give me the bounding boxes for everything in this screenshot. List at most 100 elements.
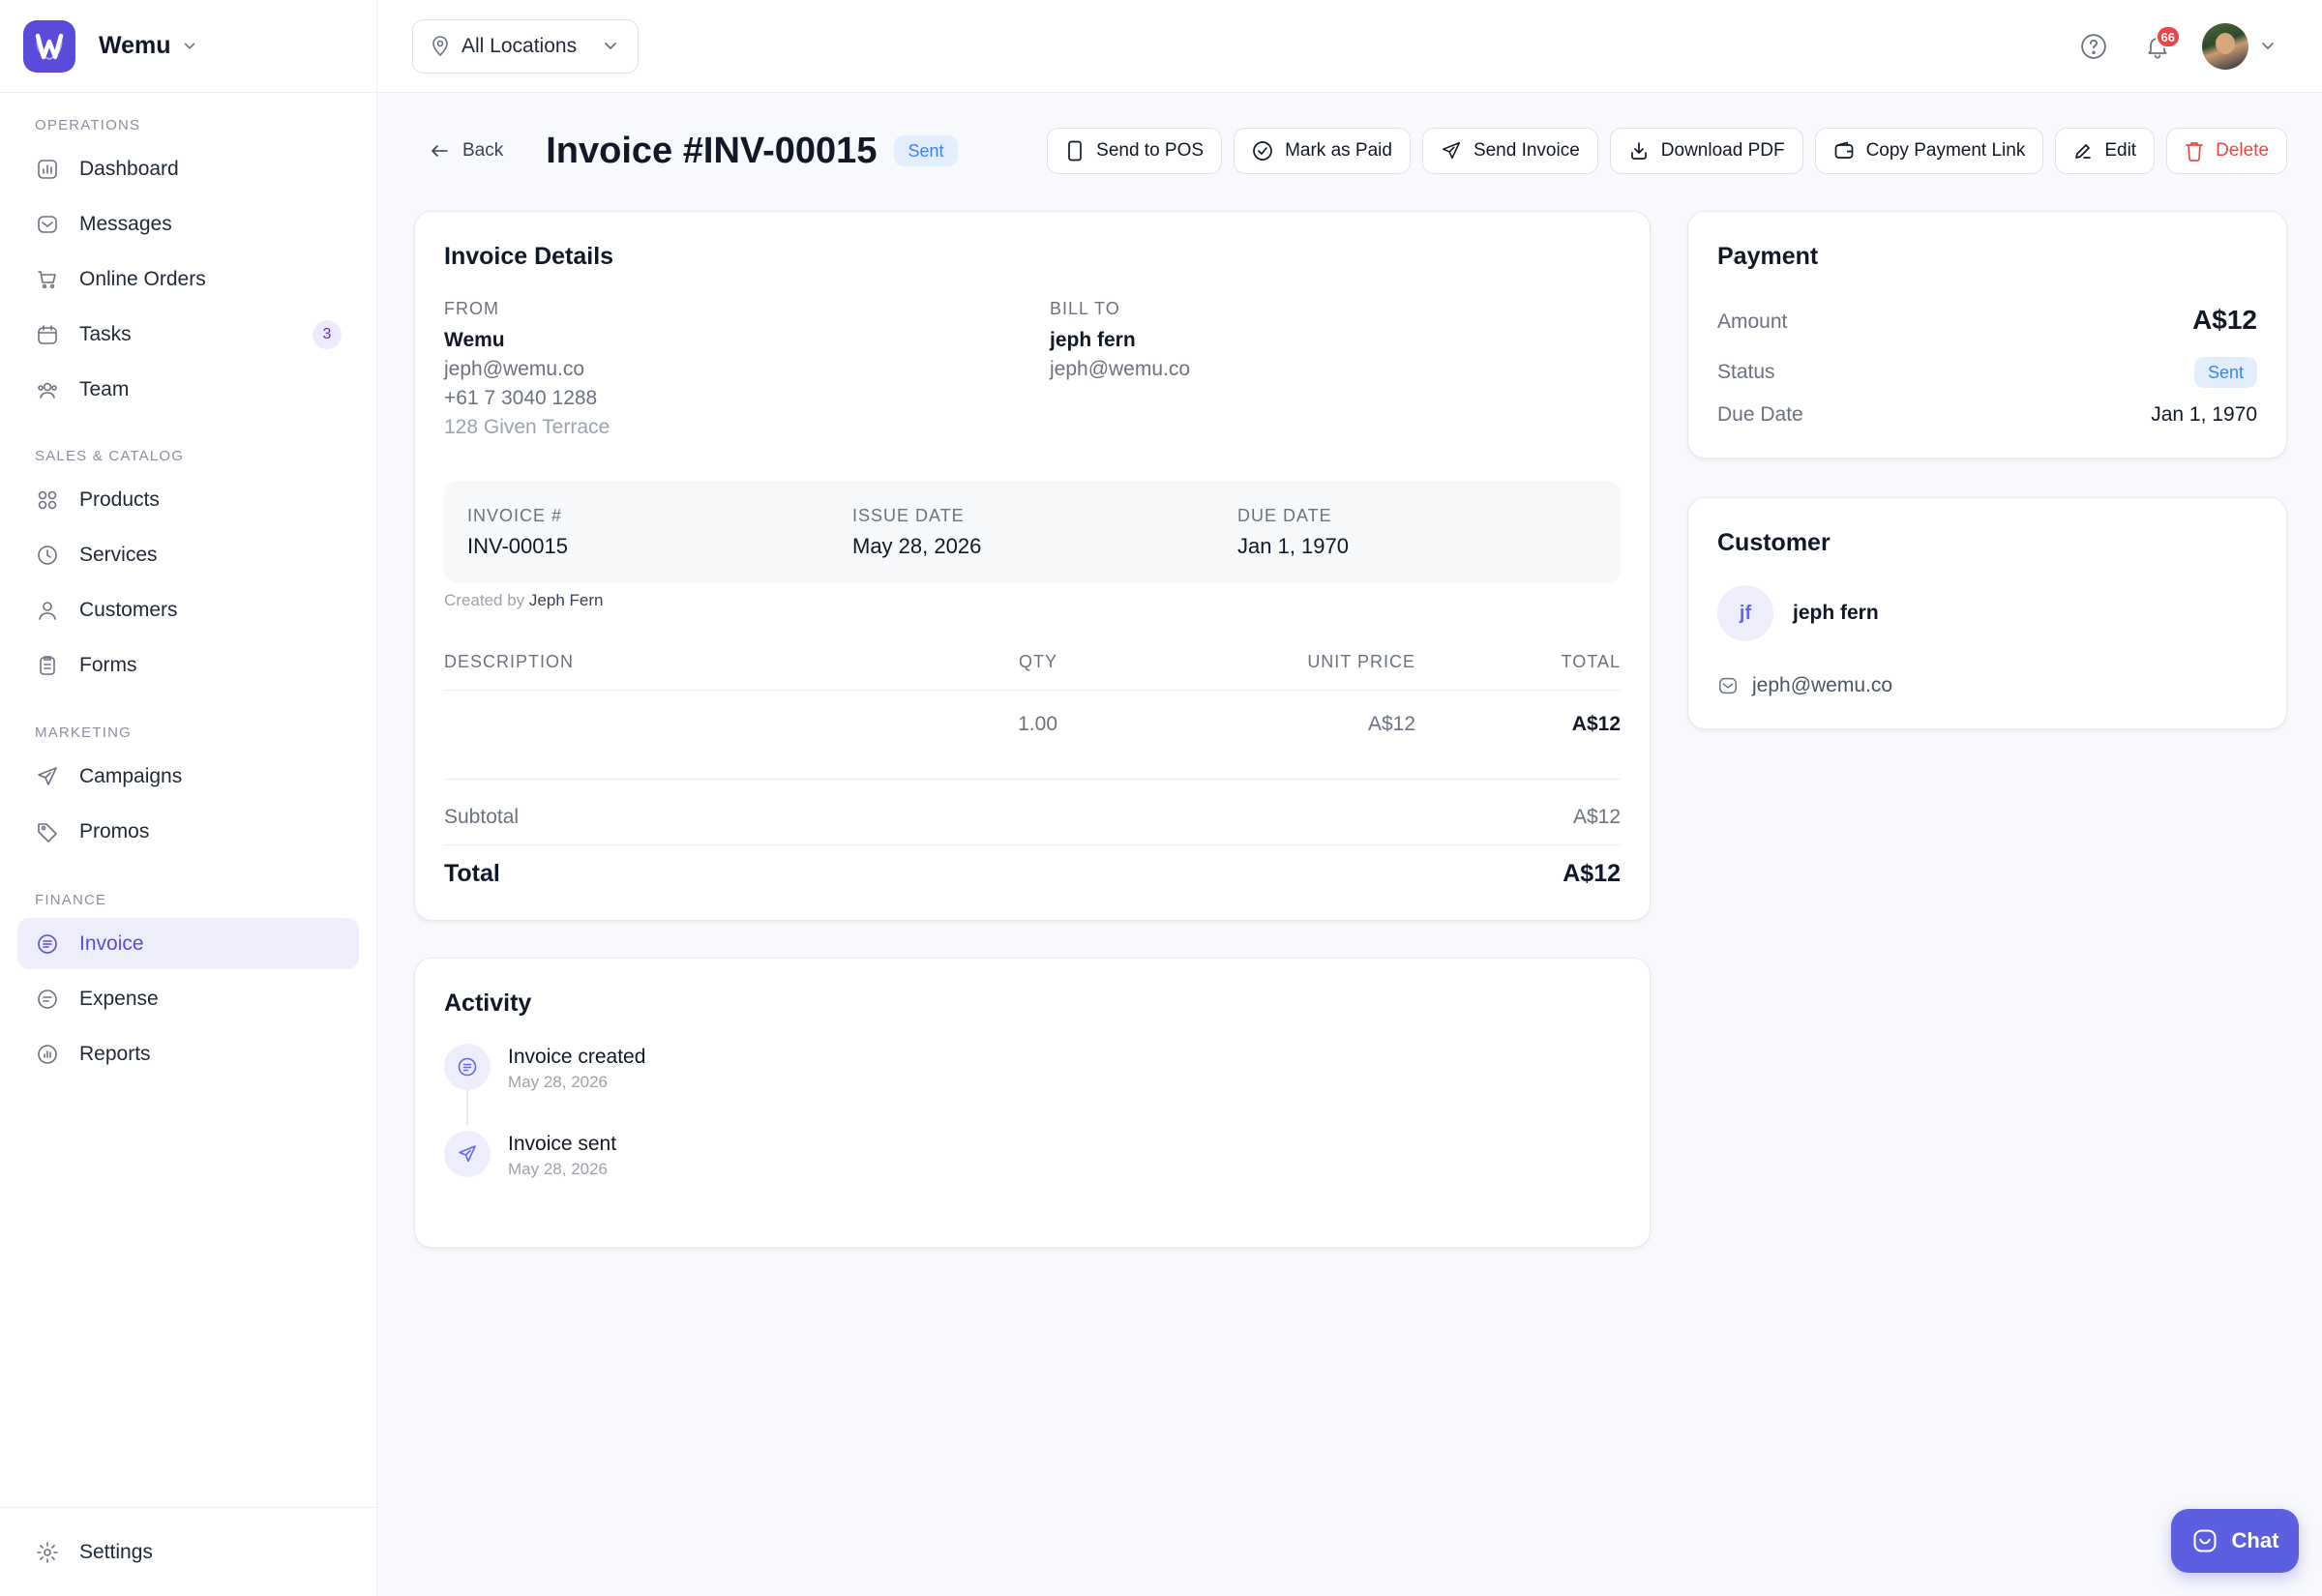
sidebar-item-invoice[interactable]: Invoice <box>17 918 359 969</box>
divider <box>444 779 1621 780</box>
customer-row[interactable]: jf jeph fern <box>1717 585 1879 641</box>
activity-card: Activity Invoice created May 28, 2026 In… <box>414 958 1651 1248</box>
status-badge: Sent <box>894 135 958 166</box>
user-icon <box>35 598 60 623</box>
invoice-number-value: INV-00015 <box>467 534 568 558</box>
payment-title: Payment <box>1717 243 1819 270</box>
edit-button[interactable]: Edit <box>2055 128 2156 174</box>
sidebar-item-tasks[interactable]: Tasks 3 <box>17 309 359 360</box>
wallet-icon <box>1833 140 1855 162</box>
invoice-meta: INVOICE # INV-00015 ISSUE DATE May 28, 2… <box>444 481 1621 583</box>
sidebar-item-messages[interactable]: Messages <box>17 198 359 250</box>
help-button[interactable] <box>2069 21 2119 72</box>
sidebar-item-products[interactable]: Products <box>17 474 359 525</box>
brand-name: Wemu <box>99 32 171 59</box>
table-row: 1.00 A$12 A$12 <box>444 713 1621 742</box>
chevron-down-icon <box>181 38 198 55</box>
sidebar-item-label: Dashboard <box>79 157 179 180</box>
sidebar-item-expense[interactable]: Expense <box>17 973 359 1024</box>
mark-as-paid-label: Mark as Paid <box>1285 140 1392 161</box>
location-pin-icon <box>431 36 450 57</box>
status-row: Status Sent <box>1717 355 2257 390</box>
send-invoice-label: Send Invoice <box>1473 140 1580 161</box>
sidebar-item-label: Expense <box>79 987 159 1010</box>
from-email: jeph@wemu.co <box>444 358 585 380</box>
sidebar-item-reports[interactable]: Reports <box>17 1028 359 1079</box>
notification-count-badge: 66 <box>2155 25 2181 48</box>
created-by-name: Jeph Fern <box>528 591 604 609</box>
customer-initials: jf <box>1739 602 1752 624</box>
divider <box>444 844 1621 845</box>
chevron-down-icon <box>601 37 620 56</box>
notifications-button[interactable]: 66 <box>2132 21 2183 72</box>
send-to-pos-label: Send to POS <box>1096 140 1205 161</box>
sidebar-item-services[interactable]: Services <box>17 529 359 580</box>
user-avatar[interactable] <box>2202 23 2248 70</box>
delete-label: Delete <box>2216 140 2269 161</box>
customer-card: Customer jf jeph fern jeph@wemu.co <box>1687 497 2287 729</box>
bill-to-label: BILL TO <box>1050 299 1120 318</box>
amount-value: A$12 <box>2192 305 2257 335</box>
send-to-pos-button[interactable]: Send to POS <box>1047 128 1223 174</box>
list-item: Invoice sent May 28, 2026 <box>444 1131 616 1179</box>
chart-icon <box>35 1042 60 1067</box>
send-invoice-button[interactable]: Send Invoice <box>1421 128 1598 174</box>
section-label-finance: FINANCE <box>35 892 107 908</box>
total-value: A$12 <box>1563 860 1621 887</box>
from-phone: +61 7 3040 1288 <box>444 387 598 409</box>
line-unit-price: A$12 <box>1367 713 1415 735</box>
sidebar-item-label: Team <box>79 377 130 400</box>
sidebar-item-label: Customers <box>79 598 178 621</box>
sidebar-item-label: Products <box>79 488 160 511</box>
delete-button[interactable]: Delete <box>2166 128 2287 174</box>
sidebar-item-promos[interactable]: Promos <box>17 806 359 857</box>
mark-as-paid-button[interactable]: Mark as Paid <box>1234 128 1411 174</box>
invoice-details-card: Invoice Details FROM Wemu jeph@wemu.co +… <box>414 211 1651 921</box>
cart-icon <box>35 267 60 292</box>
brand-switcher[interactable]: Wemu <box>0 0 376 93</box>
created-by-prefix: Created by <box>444 591 525 609</box>
column-unit-price: UNIT PRICE <box>1307 652 1415 671</box>
check-circle-icon <box>1252 140 1273 162</box>
customer-email-row: jeph@wemu.co <box>1717 674 1892 697</box>
column-description: DESCRIPTION <box>444 652 575 671</box>
location-select[interactable]: All Locations <box>412 19 639 74</box>
chart-icon <box>35 157 60 182</box>
issue-date-label: ISSUE DATE <box>852 506 965 525</box>
help-icon <box>2079 32 2108 61</box>
sidebar-item-campaigns[interactable]: Campaigns <box>17 751 359 802</box>
status-badge: Sent <box>2193 357 2257 388</box>
mail-icon <box>1717 675 1739 696</box>
sidebar-item-online-orders[interactable]: Online Orders <box>17 253 359 305</box>
download-pdf-button[interactable]: Download PDF <box>1609 128 1803 174</box>
activity-event-title: Invoice sent <box>508 1133 617 1155</box>
customer-email[interactable]: jeph@wemu.co <box>1752 674 1892 697</box>
chevron-down-icon[interactable] <box>2258 37 2277 56</box>
sidebar-item-label: Online Orders <box>79 267 206 290</box>
back-label: Back <box>462 140 504 161</box>
send-icon <box>35 764 60 789</box>
sidebar-item-customers[interactable]: Customers <box>17 584 359 635</box>
issue-date-field: ISSUE DATE May 28, 2026 <box>852 506 981 559</box>
send-icon <box>444 1131 491 1177</box>
sidebar-item-dashboard[interactable]: Dashboard <box>17 143 359 194</box>
sidebar-item-settings[interactable]: Settings <box>17 1526 360 1578</box>
customer-title: Customer <box>1717 529 1831 556</box>
status-label: Status <box>1717 361 1775 383</box>
team-icon <box>35 377 60 402</box>
sidebar-nav: OPERATIONS Dashboard Messages Online Ord… <box>0 93 376 1079</box>
created-by: Created by Jeph Fern <box>444 591 603 610</box>
sidebar-item-label: Messages <box>79 212 172 235</box>
expense-icon <box>35 987 60 1012</box>
clipboard-icon <box>35 653 60 678</box>
total-row: Total A$12 <box>444 860 1621 893</box>
download-icon <box>1628 140 1650 162</box>
sidebar-item-team[interactable]: Team <box>17 364 359 415</box>
chat-button[interactable]: Chat <box>2171 1509 2299 1573</box>
back-button[interactable]: Back <box>430 140 503 162</box>
gear-icon <box>35 1540 60 1565</box>
arrow-left-icon <box>430 143 449 159</box>
sidebar-item-forms[interactable]: Forms <box>17 639 359 691</box>
copy-payment-link-button[interactable]: Copy Payment Link <box>1814 128 2044 174</box>
sidebar-item-label: Forms <box>79 653 137 676</box>
